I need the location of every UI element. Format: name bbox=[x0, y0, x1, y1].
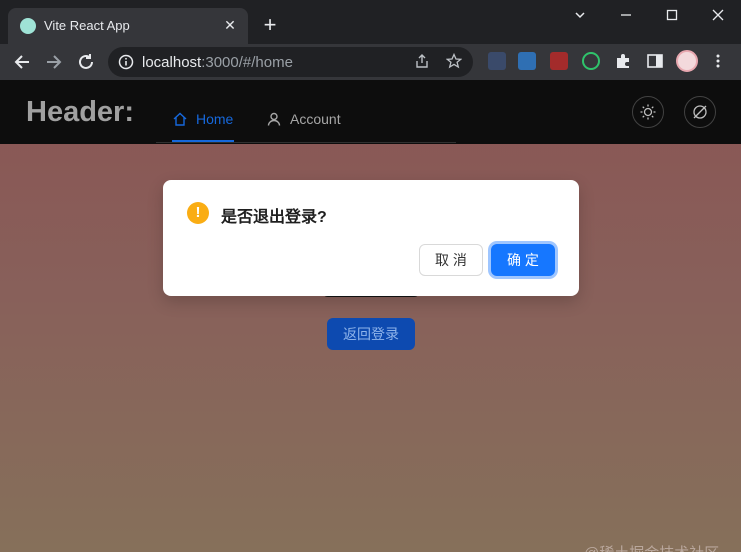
logout-confirm-modal: ! 是否退出登录? 取 消 确 定 bbox=[163, 180, 579, 296]
s-extension-icon[interactable] bbox=[518, 52, 536, 70]
side-panel-icon[interactable] bbox=[646, 52, 664, 70]
app-header: Header: Home Account bbox=[0, 80, 741, 144]
menu-label-account: Account bbox=[290, 111, 341, 127]
extensions-puzzle-icon[interactable] bbox=[614, 52, 632, 70]
user-icon bbox=[266, 111, 282, 127]
sun-icon bbox=[640, 104, 656, 120]
vite-favicon-icon bbox=[20, 18, 36, 34]
modal-title: 是否退出登录? bbox=[221, 209, 327, 226]
reload-button[interactable] bbox=[74, 50, 98, 74]
tab-search-icon[interactable] bbox=[568, 4, 592, 28]
green-ring-extension-icon[interactable] bbox=[582, 52, 600, 70]
theme-toggle-button[interactable] bbox=[632, 96, 664, 128]
watermark: @稀土掘金技术社区 bbox=[584, 542, 719, 552]
cancel-button[interactable]: 取 消 bbox=[419, 244, 483, 276]
red-extension-icon[interactable] bbox=[550, 52, 568, 70]
url-host: localhost bbox=[142, 54, 202, 71]
eye-off-icon bbox=[693, 105, 707, 119]
bookmark-star-icon[interactable] bbox=[445, 52, 463, 71]
exclamation-icon: ! bbox=[187, 202, 209, 224]
chrome-menu-icon[interactable] bbox=[712, 52, 724, 70]
menu-active-indicator bbox=[172, 140, 234, 142]
browser-toolbar: localhost:3000/#/home bbox=[0, 44, 741, 80]
menu-label-home: Home bbox=[196, 111, 234, 127]
forward-button[interactable] bbox=[42, 50, 66, 74]
home-icon bbox=[172, 111, 188, 127]
tab-title: Vite React App bbox=[44, 18, 130, 33]
minimize-window-button[interactable] bbox=[614, 4, 638, 28]
url-path: :3000/#/home bbox=[201, 54, 293, 71]
confirm-button[interactable]: 确 定 bbox=[491, 244, 555, 276]
pen-extension-icon[interactable] bbox=[488, 52, 506, 70]
browser-tab[interactable]: Vite React App ✕ bbox=[8, 8, 248, 44]
page-viewport: Header: Home Account 返回登录 ! 是否退出登录? 取 消 … bbox=[0, 80, 741, 552]
address-bar[interactable]: localhost:3000/#/home bbox=[108, 47, 473, 77]
header-brand: Header: bbox=[26, 96, 134, 128]
profile-avatar[interactable] bbox=[676, 50, 698, 72]
close-window-button[interactable] bbox=[706, 4, 730, 28]
back-button[interactable] bbox=[10, 50, 34, 74]
browser-tab-strip: Vite React App ✕ + bbox=[0, 0, 741, 44]
new-tab-button[interactable]: + bbox=[258, 14, 282, 38]
maximize-window-button[interactable] bbox=[660, 4, 684, 28]
share-icon[interactable] bbox=[413, 53, 431, 71]
visibility-toggle-button[interactable] bbox=[684, 96, 716, 128]
url-text: localhost:3000/#/home bbox=[142, 54, 293, 71]
site-info-icon[interactable] bbox=[118, 54, 134, 70]
close-tab-icon[interactable]: ✕ bbox=[222, 17, 238, 33]
return-to-login-button[interactable]: 返回登录 bbox=[327, 318, 415, 350]
menu-bottom-border bbox=[156, 142, 456, 143]
